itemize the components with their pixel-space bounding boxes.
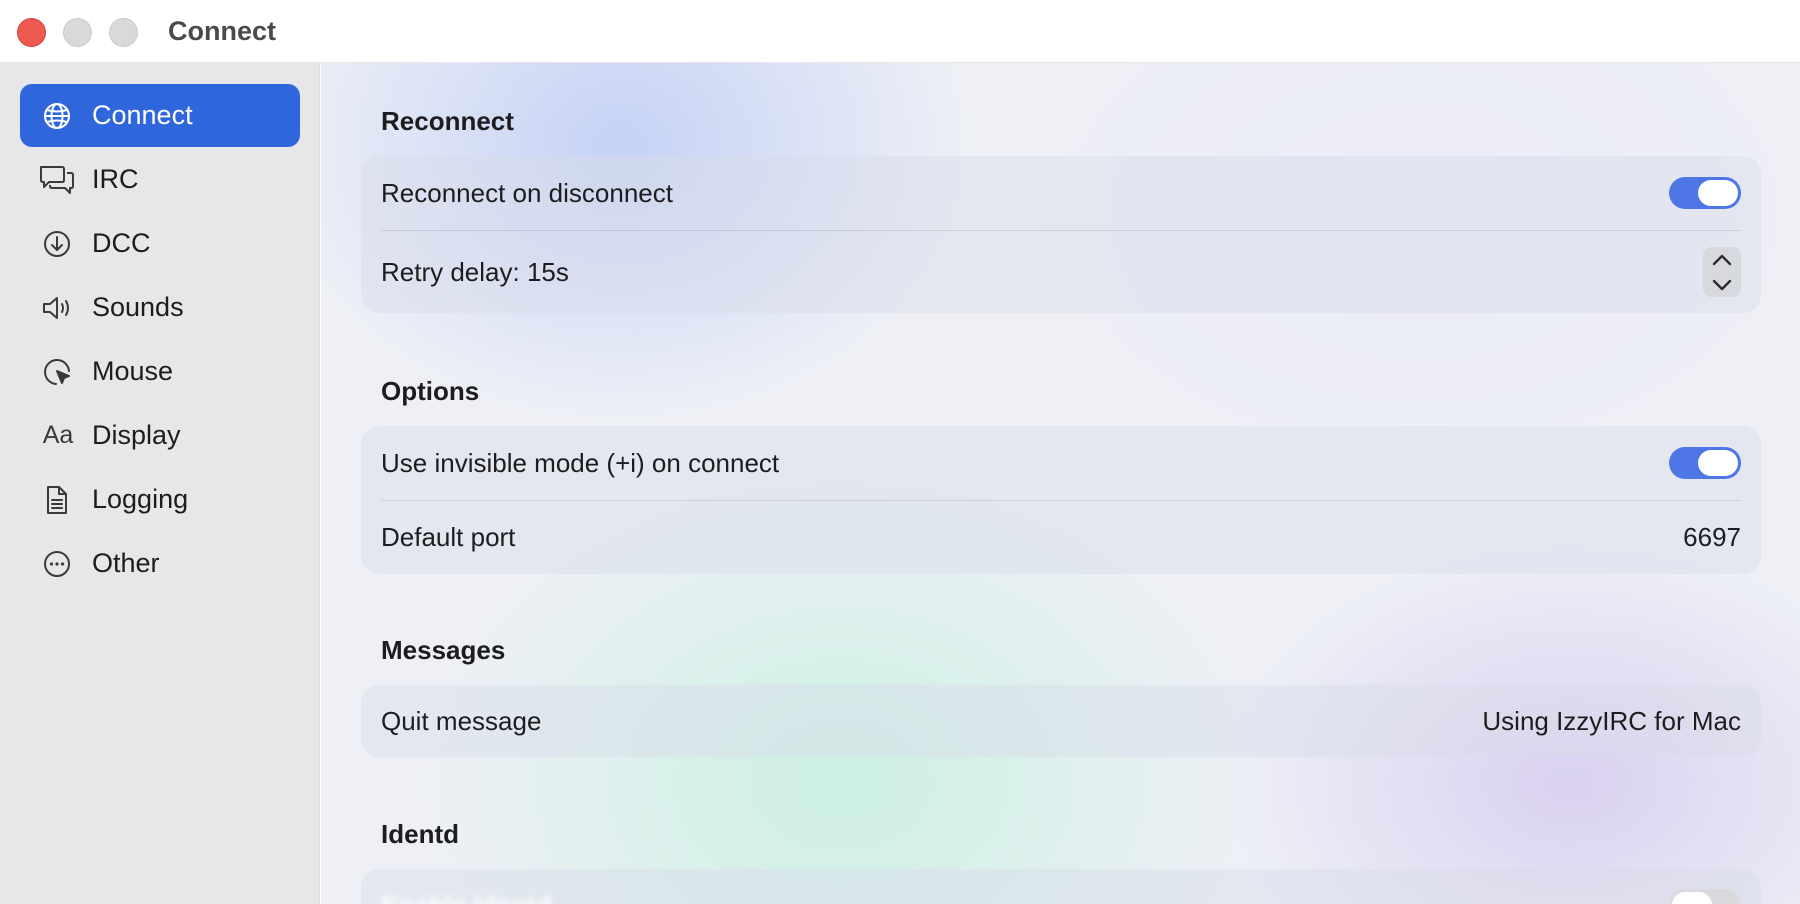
invisible-mode-label: Use invisible mode (+i) on connect (381, 447, 780, 478)
reconnect-on-disconnect-row: Reconnect on disconnect (381, 156, 1741, 230)
enable-identd-row: Enable Identd (381, 869, 1741, 904)
sidebar-item-irc[interactable]: IRC (20, 148, 300, 211)
ellipsis-circle-icon (40, 547, 74, 581)
invisible-mode-toggle[interactable] (1669, 447, 1741, 479)
retry-delay-stepper[interactable] (1703, 247, 1741, 297)
sidebar-item-display[interactable]: Aa Display (20, 404, 300, 467)
retry-delay-row: Retry delay: 15s (381, 231, 1741, 313)
section-title-reconnect: Reconnect (381, 106, 514, 136)
sidebar-item-label: Display (92, 420, 181, 450)
sidebar-item-label: DCC (92, 228, 151, 258)
sidebar-item-label: Other (92, 548, 160, 578)
close-window-button[interactable] (17, 18, 46, 47)
quit-message-label: Quit message (381, 705, 542, 736)
section-title-options: Options (381, 376, 480, 406)
options-group: Use invisible mode (+i) on connect Defau… (361, 426, 1761, 574)
toggle-knob (1672, 892, 1712, 904)
reconnect-on-disconnect-label: Reconnect on disconnect (381, 177, 673, 208)
globe-icon (40, 99, 74, 133)
download-circle-icon (40, 227, 74, 261)
toggle-knob (1698, 450, 1738, 476)
default-port-label: Default port (381, 522, 516, 552)
sidebar-item-label: Logging (92, 484, 189, 514)
sidebar-item-label: Mouse (92, 356, 174, 386)
sidebar-item-label: Sounds (92, 292, 184, 322)
quit-message-row: Quit message Using IzzyIRC for Mac (381, 685, 1741, 757)
speaker-icon (40, 291, 74, 325)
preferences-window: Connect Connect IRC DCC Sounds Mouse Aa … (0, 0, 1800, 904)
sidebar: Connect IRC DCC Sounds Mouse Aa Display … (0, 63, 320, 904)
sidebar-item-label: IRC (92, 164, 139, 194)
document-icon (40, 483, 74, 517)
sidebar-item-logging[interactable]: Logging (20, 468, 300, 531)
chat-bubbles-icon (38, 163, 76, 197)
section-title-messages: Messages (381, 635, 506, 665)
section-title-identd: Identd (381, 819, 459, 849)
toggle-knob (1698, 180, 1738, 206)
sidebar-item-sounds[interactable]: Sounds (20, 276, 300, 339)
window-title: Connect (168, 16, 276, 46)
invisible-mode-row: Use invisible mode (+i) on connect (381, 426, 1741, 500)
sidebar-item-dcc[interactable]: DCC (20, 212, 300, 275)
default-port-row: Default port 6697 (381, 501, 1741, 574)
reconnect-on-disconnect-toggle[interactable] (1669, 177, 1741, 209)
quit-message-value[interactable]: Using IzzyIRC for Mac (1482, 706, 1741, 737)
retry-delay-label: Retry delay: 15s (381, 256, 569, 287)
title-bar: Connect (0, 0, 1800, 63)
reconnect-group: Reconnect on disconnect Retry delay: 15s (361, 156, 1761, 313)
minimize-window-button[interactable] (63, 18, 92, 47)
default-port-value[interactable]: 6697 (1683, 522, 1741, 553)
enable-identd-label: Enable Identd (381, 890, 551, 904)
zoom-window-button[interactable] (109, 18, 138, 47)
chevron-down-icon[interactable] (1703, 273, 1741, 297)
identd-group: Enable Identd (361, 869, 1761, 904)
cursor-icon (40, 355, 74, 389)
sidebar-item-other[interactable]: Other (20, 532, 300, 595)
sidebar-item-mouse[interactable]: Mouse (20, 340, 300, 403)
sidebar-item-connect[interactable]: Connect (20, 84, 300, 147)
sidebar-item-label: Connect (92, 100, 193, 130)
settings-content: Reconnect Reconnect on disconnect Retry … (321, 63, 1800, 904)
text-aa-icon: Aa (42, 421, 74, 449)
chevron-up-icon[interactable] (1703, 248, 1741, 272)
enable-identd-toggle[interactable] (1669, 889, 1741, 904)
messages-group: Quit message Using IzzyIRC for Mac (361, 685, 1761, 757)
